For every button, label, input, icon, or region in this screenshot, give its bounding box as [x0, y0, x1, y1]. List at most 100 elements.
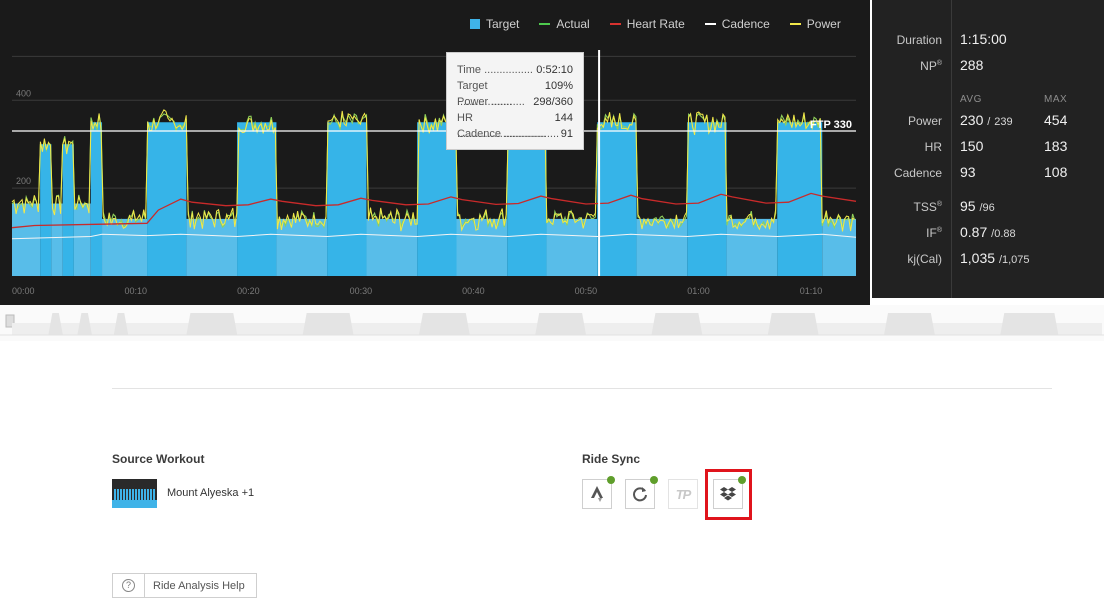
strava-icon	[591, 486, 603, 502]
timeline-interval	[418, 313, 470, 335]
tooltip-cadence-row: Cadence .................. 91	[457, 128, 573, 140]
thumbnail-bar	[114, 489, 116, 500]
x-tick-label: 01:00	[687, 286, 710, 296]
tooltip-target-row: Target .................. 109%	[457, 80, 573, 108]
x-tick-label: 01:10	[800, 286, 823, 296]
cadence-swatch	[704, 23, 716, 25]
np-value: 288	[960, 57, 984, 73]
thumbnail-bar	[153, 489, 155, 500]
timeline-interval	[186, 313, 238, 335]
thumbnail-bar	[147, 489, 149, 500]
heart-rate-swatch	[609, 23, 621, 25]
timeline-interval	[113, 313, 129, 335]
legend-actual[interactable]: Actual	[539, 17, 590, 31]
target-bar	[546, 218, 598, 276]
np-label: NP®	[920, 59, 942, 73]
thumbnail-bar	[138, 489, 140, 500]
legend-power[interactable]: Power	[789, 17, 841, 31]
avg-header: AVG	[960, 94, 982, 105]
target-bar	[597, 122, 637, 276]
sync-button[interactable]	[625, 476, 658, 509]
target-bar	[73, 203, 91, 276]
strava-sync-button[interactable]	[582, 476, 615, 509]
target-bar	[40, 144, 52, 276]
x-tick-label: 00:10	[125, 286, 148, 296]
workout-thumbnail[interactable]	[112, 479, 157, 508]
thumbnail-bar	[135, 489, 137, 500]
thumbnail-bar	[132, 489, 134, 500]
thumbnail-bar	[123, 489, 125, 500]
target-bar	[51, 203, 63, 276]
section-divider	[112, 388, 1052, 389]
target-bar	[456, 218, 508, 276]
tss-value: 95 /96	[960, 198, 995, 214]
hr-max: 183	[1044, 138, 1068, 154]
question-icon: ?	[122, 579, 135, 592]
power-avg: 230 / 239	[960, 112, 1013, 128]
timeline-interval	[884, 313, 935, 335]
workout-name-link[interactable]: Mount Alyeska +1	[167, 487, 254, 499]
help-label: Ride Analysis Help	[153, 579, 245, 592]
trainingpeaks-sync-button[interactable]: TP	[668, 479, 698, 509]
workout-thumbnail-graphic	[112, 489, 157, 508]
target-bar	[276, 218, 328, 276]
cadence-avg: 93	[960, 164, 976, 180]
power-max: 454	[1044, 112, 1068, 128]
thumbnail-bar	[144, 489, 146, 500]
chart-canvas[interactable]: 200 400 FTP 330 00:00 00:10 00:20 00:30 00:40 00…	[0, 0, 870, 305]
x-tick-label: 00:50	[575, 286, 598, 296]
tooltip-time-row: Time ................ 0:52:10	[457, 64, 573, 76]
if-label: IF®	[926, 226, 942, 240]
x-tick-label: 00:40	[462, 286, 485, 296]
power-swatch	[789, 23, 801, 25]
connected-indicator	[650, 476, 658, 484]
dropbox-highlight	[705, 469, 752, 520]
thumbnail-bar	[141, 489, 143, 500]
tooltip-hr-row: HR ............................. 144	[457, 112, 573, 140]
timeline-interval	[535, 313, 587, 335]
workout-timeline-strip[interactable]	[0, 305, 1104, 341]
x-tick-label: 00:00	[12, 286, 35, 296]
cadence-max: 108	[1044, 164, 1068, 180]
source-workout-title: Source Workout	[112, 452, 205, 466]
chart-legend: Target Actual Heart Rate Cadence Power	[470, 17, 841, 31]
workout-chart[interactable]: 200 400 FTP 330 00:00 00:10 00:20 00:30 00:40 00…	[0, 0, 870, 305]
hr-avg: 150	[960, 138, 984, 154]
timeline-interval	[77, 313, 92, 335]
chart-tooltip: Time ................ 0:52:10 Target ....…	[446, 52, 584, 150]
help-icon-wrap: ?	[113, 574, 145, 597]
target-bar	[366, 218, 418, 276]
connected-indicator	[607, 476, 615, 484]
target-bar	[90, 122, 103, 276]
thumbnail-bar	[126, 489, 128, 500]
trainingpeaks-icon: TP	[675, 486, 692, 502]
thumbnail-bar	[117, 489, 119, 500]
tss-label: TSS®	[913, 200, 942, 214]
kj-value: 1,035 /1,075	[960, 250, 1030, 266]
target-bar	[12, 203, 41, 276]
thumbnail-bar	[120, 489, 122, 500]
timeline-interval	[651, 313, 703, 335]
tooltip-power-row: Power ........... 298/360	[457, 96, 573, 108]
target-swatch	[470, 19, 480, 29]
ride-analysis-help-button[interactable]: ? Ride Analysis Help	[112, 573, 257, 598]
power-label: Power	[907, 114, 942, 128]
cadence-label: Cadence	[893, 166, 942, 180]
stats-divider	[951, 0, 952, 298]
timeline-profile	[12, 313, 1102, 335]
duration-label: Duration	[896, 33, 942, 47]
ride-stats-panel: Duration 1:15:00 NP® 288 AVG MAX Power 2…	[872, 0, 1104, 298]
legend-cadence[interactable]: Cadence	[704, 17, 770, 31]
target-bar	[777, 122, 823, 276]
sync-icon	[633, 487, 647, 502]
target-bar	[62, 144, 74, 276]
thumbnail-bar	[129, 489, 131, 500]
legend-target[interactable]: Target	[470, 17, 519, 31]
actual-swatch	[539, 23, 551, 25]
legend-heart-rate[interactable]: Heart Rate	[609, 17, 685, 31]
timeline-interval	[767, 313, 819, 335]
timeline-interval	[48, 313, 63, 335]
timeline-interval	[1000, 313, 1059, 335]
x-tick-label: 00:30	[350, 286, 373, 296]
target-bar	[636, 218, 688, 276]
